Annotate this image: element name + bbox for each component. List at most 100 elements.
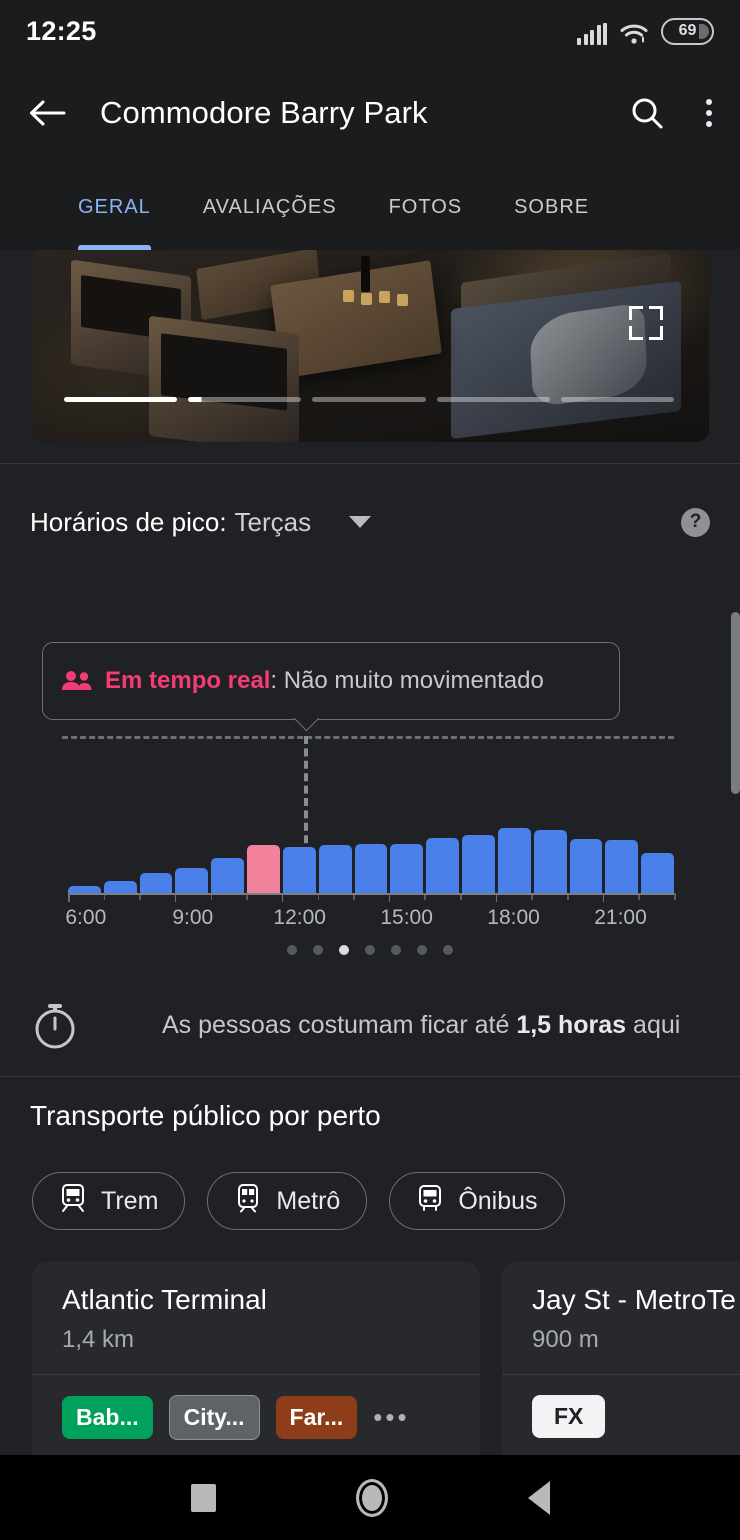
carousel-segment[interactable] xyxy=(436,397,550,402)
station-card-header: Jay St - MetroTe 900 m xyxy=(502,1262,740,1374)
chart-bar[interactable] xyxy=(390,844,424,894)
line-badge[interactable]: FX xyxy=(532,1395,606,1438)
chip-metro[interactable]: Metrô xyxy=(207,1172,368,1230)
popular-times-header: Horários de pico: Terças ? xyxy=(0,492,740,552)
tab-fotos[interactable]: FOTOS xyxy=(363,164,489,250)
chart-tick xyxy=(246,893,248,900)
tab-sobre[interactable]: SOBRE xyxy=(488,164,615,250)
chart-x-label: 18:00 xyxy=(487,906,540,929)
chart-tick xyxy=(495,893,498,900)
timer-icon xyxy=(28,998,82,1052)
app-bar: Commodore Barry Park xyxy=(0,62,740,164)
duration-suffix: aqui xyxy=(626,1010,681,1039)
carousel-segment[interactable] xyxy=(188,397,302,402)
line-badge[interactable]: Bab... xyxy=(62,1396,153,1439)
chart-bar[interactable] xyxy=(211,858,245,894)
chart-bar[interactable] xyxy=(497,828,531,894)
chip-label: Metrô xyxy=(276,1186,341,1215)
chart-x-labels: 6:00 9:00 12:00 15:00 18:00 21:00 xyxy=(0,906,740,934)
chart-bar[interactable] xyxy=(462,834,495,894)
more-lines-button[interactable]: ••• xyxy=(373,1402,409,1433)
carousel-segment[interactable] xyxy=(560,397,675,402)
photo-furniture xyxy=(149,315,299,442)
chart-tick xyxy=(281,893,284,900)
line-badge[interactable]: Far... xyxy=(275,1396,358,1439)
chevron-down-icon[interactable] xyxy=(349,516,372,528)
help-circle-icon[interactable]: ? xyxy=(681,507,710,537)
tab-geral[interactable]: GERAL xyxy=(52,164,177,250)
pagination-dot[interactable] xyxy=(417,945,427,955)
chart-bar[interactable] xyxy=(139,873,173,894)
line-badge[interactable]: City... xyxy=(168,1395,260,1440)
chart-tick xyxy=(103,893,106,900)
more-vertical-icon[interactable] xyxy=(706,99,712,127)
people-icon xyxy=(61,670,93,692)
pagination-dot[interactable] xyxy=(391,945,401,955)
pagination-dot[interactable] xyxy=(313,945,323,955)
square-recents-icon[interactable] xyxy=(190,1483,216,1512)
chart-x-label: 15:00 xyxy=(380,906,433,929)
chart-bar[interactable] xyxy=(533,830,567,894)
duration-prefix: As pessoas costumam ficar até xyxy=(162,1010,517,1039)
station-card-header: Atlantic Terminal 1,4 km xyxy=(32,1262,480,1374)
chart-x-label: 21:00 xyxy=(594,906,647,929)
photo-carousel[interactable] xyxy=(0,250,740,462)
carousel-segment[interactable] xyxy=(312,397,426,402)
typical-duration-row: As pessoas costumam ficar até 1,5 horas … xyxy=(0,990,740,1060)
battery-level: 69 xyxy=(678,22,697,39)
live-status-tooltip: Em tempo real : Não muito movimentado xyxy=(42,642,620,720)
chart-ticks xyxy=(68,893,676,903)
app-bar-actions xyxy=(630,96,712,130)
typical-duration-text: As pessoas costumam ficar até 1,5 horas … xyxy=(162,1011,680,1040)
tab-bar: GERAL AVALIAÇÕES FOTOS SOBRE xyxy=(0,164,740,250)
chip-label: Ônibus xyxy=(458,1186,538,1215)
chart-x-label: 9:00 xyxy=(172,906,214,929)
popular-times-day: Terças xyxy=(234,506,312,537)
chart-bar[interactable] xyxy=(282,847,316,894)
android-nav-bar xyxy=(0,1455,740,1540)
tab-avaliacoes[interactable]: AVALIAÇÕES xyxy=(177,164,363,250)
pagination-dot[interactable] xyxy=(365,945,375,955)
fullscreen-expand-icon[interactable] xyxy=(629,306,663,340)
chart-tick xyxy=(602,893,605,900)
chart-bar[interactable] xyxy=(605,840,639,894)
station-lines: FX xyxy=(502,1375,740,1462)
chart-tick xyxy=(638,893,640,900)
chart-bar[interactable] xyxy=(426,837,460,894)
chart-tick xyxy=(674,893,676,900)
pagination-dot[interactable] xyxy=(287,945,297,955)
chart-bar[interactable] xyxy=(569,839,603,894)
chip-trem[interactable]: Trem xyxy=(32,1172,186,1230)
station-card[interactable]: Atlantic Terminal 1,4 km Bab... City... … xyxy=(32,1262,480,1464)
station-card[interactable]: Jay St - MetroTe 900 m FX xyxy=(502,1262,740,1464)
back-arrow-icon[interactable] xyxy=(28,97,66,129)
subway-icon xyxy=(234,1183,262,1220)
live-status-value: : Não muito movimentado xyxy=(270,667,544,694)
pagination-dot[interactable] xyxy=(339,945,349,955)
chart-bar[interactable] xyxy=(318,845,352,894)
chart-bar[interactable] xyxy=(354,844,388,894)
photo-image[interactable] xyxy=(31,250,709,442)
chart-bar[interactable] xyxy=(247,845,280,894)
station-name: Atlantic Terminal xyxy=(62,1284,267,1315)
station-distance: 900 m xyxy=(532,1326,599,1353)
triangle-back-icon[interactable] xyxy=(527,1480,550,1515)
chart-bar[interactable] xyxy=(175,867,209,894)
circle-home-icon[interactable] xyxy=(355,1478,388,1517)
transit-mode-chips: Trem Metrô Ônibus xyxy=(32,1172,565,1230)
chart-tick xyxy=(139,893,141,900)
page-title: Commodore Barry Park xyxy=(100,95,428,130)
tooltip-arrow xyxy=(293,718,319,732)
search-icon[interactable] xyxy=(630,96,664,130)
transit-station-cards: Atlantic Terminal 1,4 km Bab... City... … xyxy=(32,1262,740,1464)
chip-onibus[interactable]: Ônibus xyxy=(389,1172,565,1230)
status-indicators: 69 xyxy=(577,17,714,45)
vertical-scrollbar[interactable] xyxy=(731,612,740,794)
tooltip-guideline-horizontal xyxy=(62,736,674,739)
carousel-segment[interactable] xyxy=(64,397,178,402)
chart-bar[interactable] xyxy=(641,852,675,894)
chip-label: Trem xyxy=(101,1186,159,1215)
station-lines: Bab... City... Far... ••• xyxy=(32,1375,480,1464)
signal-bars-icon xyxy=(577,22,607,45)
pagination-dot[interactable] xyxy=(443,945,453,955)
